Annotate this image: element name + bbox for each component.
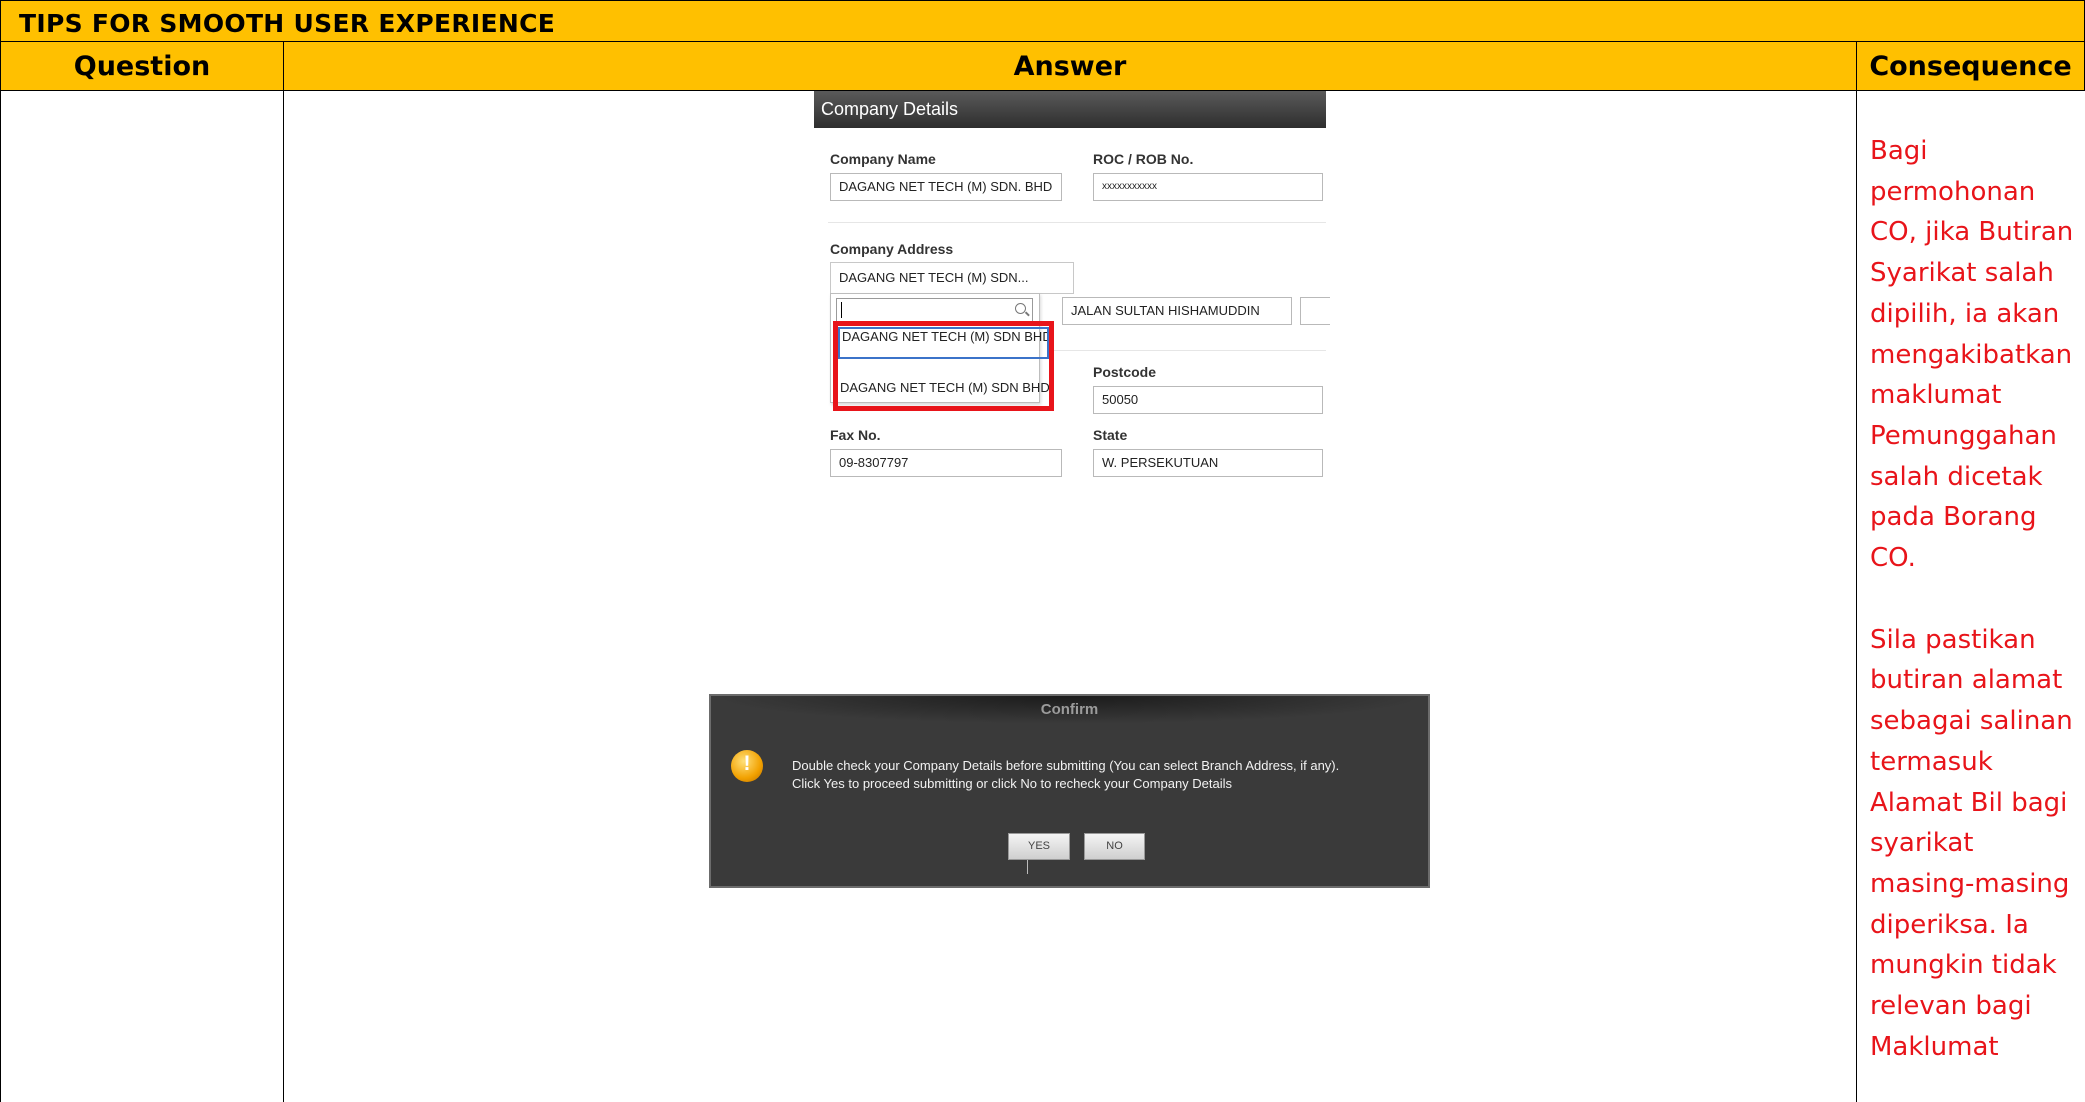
- consequence-paragraph-1: Bagi permohonan CO, jika Butiran Syarika…: [1870, 136, 2074, 574]
- header-question: Question: [0, 42, 284, 91]
- text-caret: [841, 302, 842, 318]
- company-name-label: Company Name: [830, 151, 936, 167]
- header-consequence: Consequence: [1856, 42, 2085, 91]
- company-address-dropdown[interactable]: DAGANG NET TECH (M) SDN...: [830, 262, 1074, 294]
- address-extra-field[interactable]: [1300, 297, 1330, 325]
- dialog-title: Confirm: [711, 696, 1428, 724]
- cursor-indicator: [1027, 860, 1028, 874]
- warning-icon: !: [731, 750, 763, 782]
- yes-button[interactable]: YES: [1008, 833, 1070, 860]
- postcode-label: Postcode: [1093, 364, 1157, 380]
- form-header: Company Details: [814, 91, 1326, 128]
- no-button[interactable]: NO: [1084, 833, 1145, 860]
- divider: [1054, 350, 1326, 351]
- search-icon: [1015, 303, 1026, 314]
- state-label: State: [1093, 427, 1128, 443]
- roc-label: ROC / ROB No.: [1093, 151, 1194, 167]
- confirm-dialog: Confirm ! Double check your Company Deta…: [709, 694, 1430, 888]
- dropdown-search-input[interactable]: [836, 298, 1033, 322]
- fax-label: Fax No.: [830, 427, 881, 443]
- header-answer: Answer: [283, 42, 1857, 91]
- question-cell: [0, 90, 284, 1102]
- fax-field[interactable]: 09-8307797: [830, 449, 1062, 477]
- consequence-text: Bagi permohonan CO, jika Butiran Syarika…: [1870, 131, 2080, 1067]
- street-field[interactable]: JALAN SULTAN HISHAMUDDIN: [1062, 297, 1292, 325]
- company-details-form: Company Details Company Name DAGANG NET …: [814, 91, 1330, 496]
- roc-field[interactable]: xxxxxxxxxxx: [1093, 173, 1323, 201]
- divider: [828, 222, 1326, 223]
- table-title-row: TIPS FOR SMOOTH USER EXPERIENCE: [0, 0, 2085, 42]
- company-address-label: Company Address: [830, 241, 954, 257]
- state-field[interactable]: W. PERSEKUTUAN: [1093, 449, 1323, 477]
- postcode-field[interactable]: 50050: [1093, 386, 1323, 414]
- table-title: TIPS FOR SMOOTH USER EXPERIENCE: [19, 9, 556, 38]
- highlight-box: [833, 321, 1054, 411]
- consequence-paragraph-2: Sila pastikan butiran alamat sebagai sal…: [1870, 624, 2073, 1062]
- dialog-message-line1: Double check your Company Details before…: [792, 758, 1340, 773]
- dialog-message-line2: Click Yes to proceed submitting or click…: [792, 776, 1233, 791]
- dialog-message: Double check your Company Details before…: [792, 757, 1339, 793]
- company-name-field[interactable]: DAGANG NET TECH (M) SDN. BHD: [830, 173, 1062, 201]
